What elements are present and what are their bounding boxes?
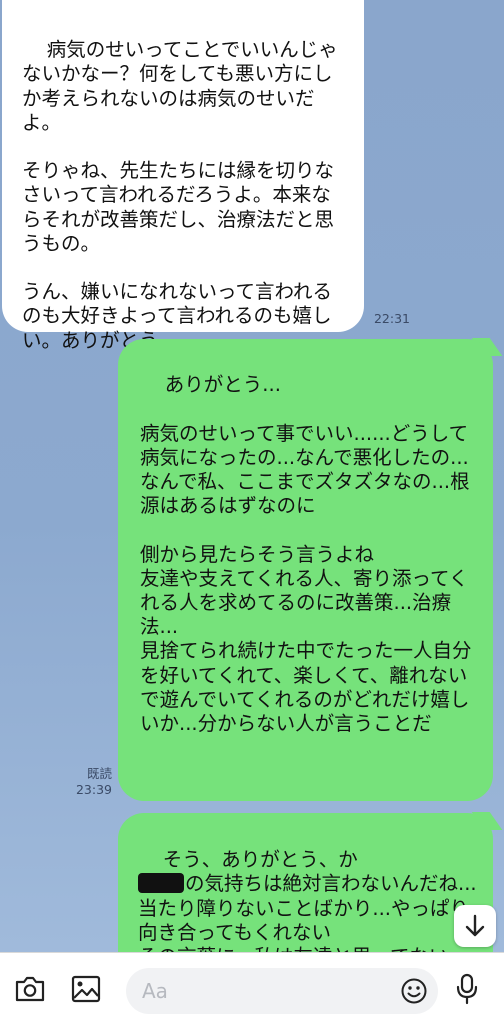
chat-area[interactable]: 病気のせいってことでいいんじゃないかなー？何をしても悪い方にしか考えられないのは… [0,0,504,952]
image-icon[interactable] [71,975,101,1003]
read-receipt: 既読 23:39 [66,766,112,798]
camera-icon[interactable] [14,975,46,1003]
message-bubble-outgoing[interactable]: ありがとう... 病気のせいって事でいい......どうして病気になったの...… [118,339,493,801]
message-time: 22:31 [373,311,410,326]
emoji-icon[interactable] [400,977,428,1005]
message-text: ありがとう... 病気のせいって事でいい......どうして病気になったの...… [140,373,472,736]
microphone-icon[interactable] [455,973,479,1005]
read-label: 既読 [86,766,112,781]
message-text-line: そう、ありがとう、か [162,848,358,872]
message-input-bar: Aa [0,952,504,1025]
message-bubble-incoming[interactable]: 病気のせいってことでいいんじゃないかなー？何をしても悪い方にしか考えられないのは… [2,0,364,352]
message-input-placeholder: Aa [142,979,168,1003]
message-time: 23:39 [75,782,112,797]
message-bubble-outgoing[interactable]: そう、ありがとう、か の気持ちは絶対言わないんだね...当たり障りないことばかり.… [118,813,493,952]
scroll-to-bottom-button[interactable] [454,905,496,947]
message-input[interactable]: Aa [126,968,438,1014]
arrow-down-icon [465,914,485,937]
message-text: 病気のせいってことでいいんじゃないかなー？何をしても悪い方にしか考えられないのは… [22,38,338,352]
message-text: の気持ちは絶対言わないんだね...当たり障りないことばかり...やっぱり向き合っ… [138,872,477,952]
redaction-mark [138,873,184,894]
